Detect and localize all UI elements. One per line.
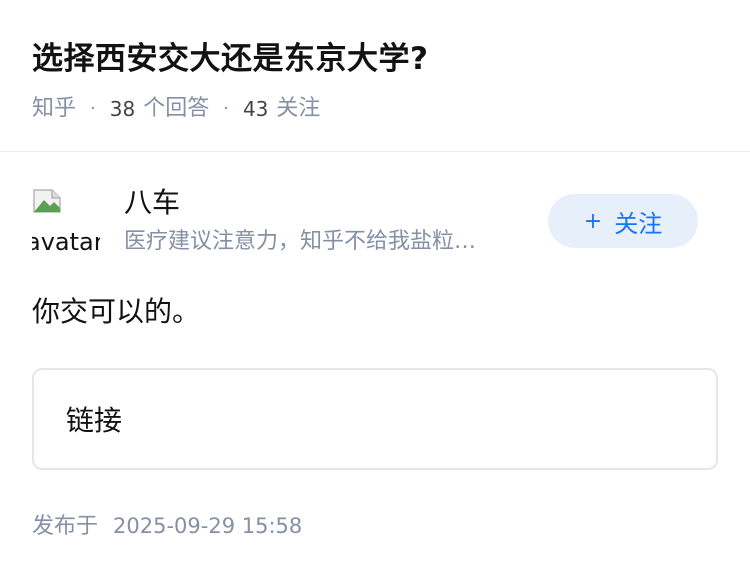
follow-button-label: 关注 — [614, 209, 663, 238]
question-meta: 知乎 · 38 个回答 · 43 关注 — [32, 94, 718, 124]
follow-count: 43 — [242, 97, 269, 121]
follow-button[interactable]: + 关注 — [548, 194, 698, 248]
publish-time: 发布于 2025-09-29 15:58 — [32, 508, 302, 540]
broken-image-icon — [33, 189, 61, 213]
source-label[interactable]: 知乎 — [32, 94, 76, 124]
answer-content: 你交可以的。 — [32, 295, 201, 328]
publish-prefix: 发布于 — [32, 514, 99, 539]
separator-dot: · — [90, 98, 96, 119]
link-card[interactable]: 链接 — [32, 368, 718, 470]
link-card-label: 链接 — [66, 404, 123, 437]
avatar[interactable]: avatar — [32, 188, 100, 256]
avatar-alt-text: avatar — [32, 228, 100, 256]
answer-page: 选择西安交大还是东京大学? 知乎 · 38 个回答 · 43 关注 avatar… — [0, 0, 750, 572]
separator-dot: · — [223, 98, 229, 119]
answer-count: 38 — [109, 97, 136, 121]
question-title[interactable]: 选择西安交大还是东京大学? — [32, 38, 718, 80]
plus-icon: + — [583, 208, 603, 234]
follow-count-label: 关注 — [276, 96, 321, 121]
publish-timestamp: 2025-09-29 15:58 — [113, 514, 303, 538]
author-row: avatar 八车 医疗建议注意力，知乎不给我盐粒… + 关注 — [0, 152, 750, 270]
author-bio: 医疗建议注意力，知乎不给我盐粒… — [124, 229, 477, 254]
author-name[interactable]: 八车 — [124, 184, 180, 222]
answer-count-label[interactable]: 个回答 — [143, 94, 209, 124]
question-header: 选择西安交大还是东京大学? 知乎 · 38 个回答 · 43 关注 — [0, 0, 750, 152]
